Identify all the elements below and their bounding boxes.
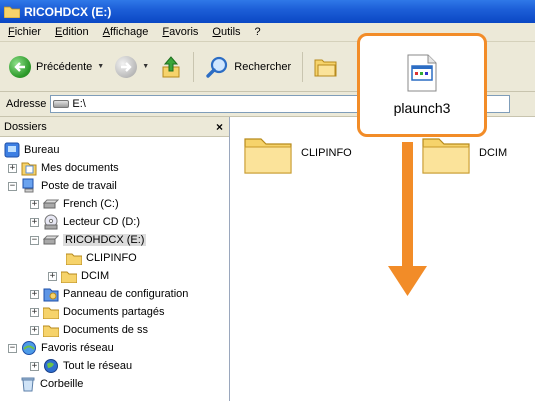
callout-label: plaunch3 (393, 100, 451, 116)
plaunch3-callout: plaunch3 (357, 33, 487, 137)
application-icon (407, 54, 437, 92)
